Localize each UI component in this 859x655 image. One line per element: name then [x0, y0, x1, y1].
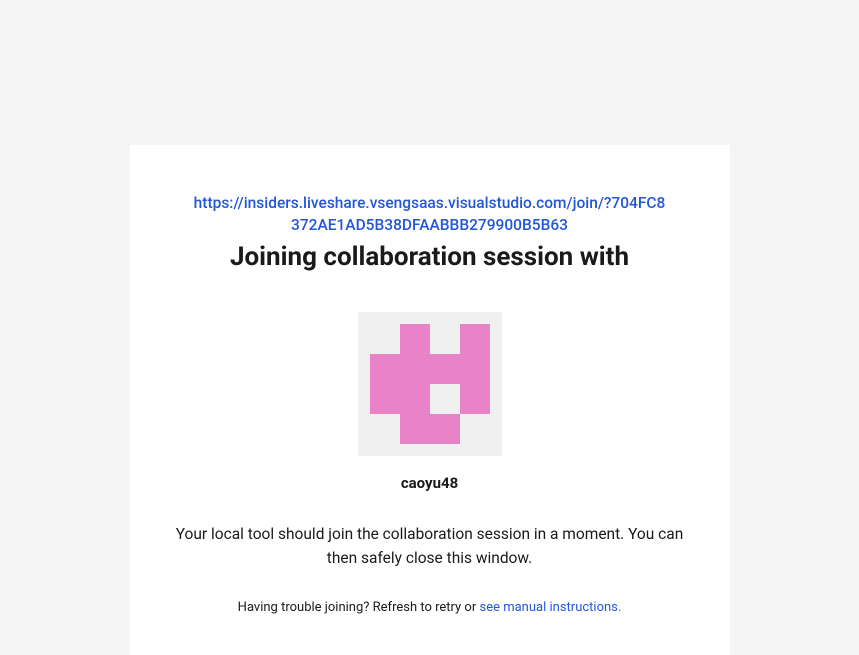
- avatar: [358, 312, 502, 456]
- username-label: caoyu48: [170, 474, 690, 492]
- status-message: Your local tool should join the collabor…: [175, 522, 685, 570]
- trouble-line: Having trouble joining? Refresh to retry…: [170, 600, 690, 615]
- avatar-container: [170, 312, 690, 456]
- trouble-prefix: Having trouble joining? Refresh to retry…: [238, 600, 480, 615]
- identicon-icon: [370, 324, 490, 444]
- manual-instructions-link[interactable]: see manual instructions.: [479, 600, 621, 615]
- page-title: Joining collaboration session with: [170, 242, 690, 272]
- join-url-link[interactable]: https://insiders.liveshare.vsengsaas.vis…: [190, 193, 670, 236]
- join-session-card: https://insiders.liveshare.vsengsaas.vis…: [130, 145, 730, 655]
